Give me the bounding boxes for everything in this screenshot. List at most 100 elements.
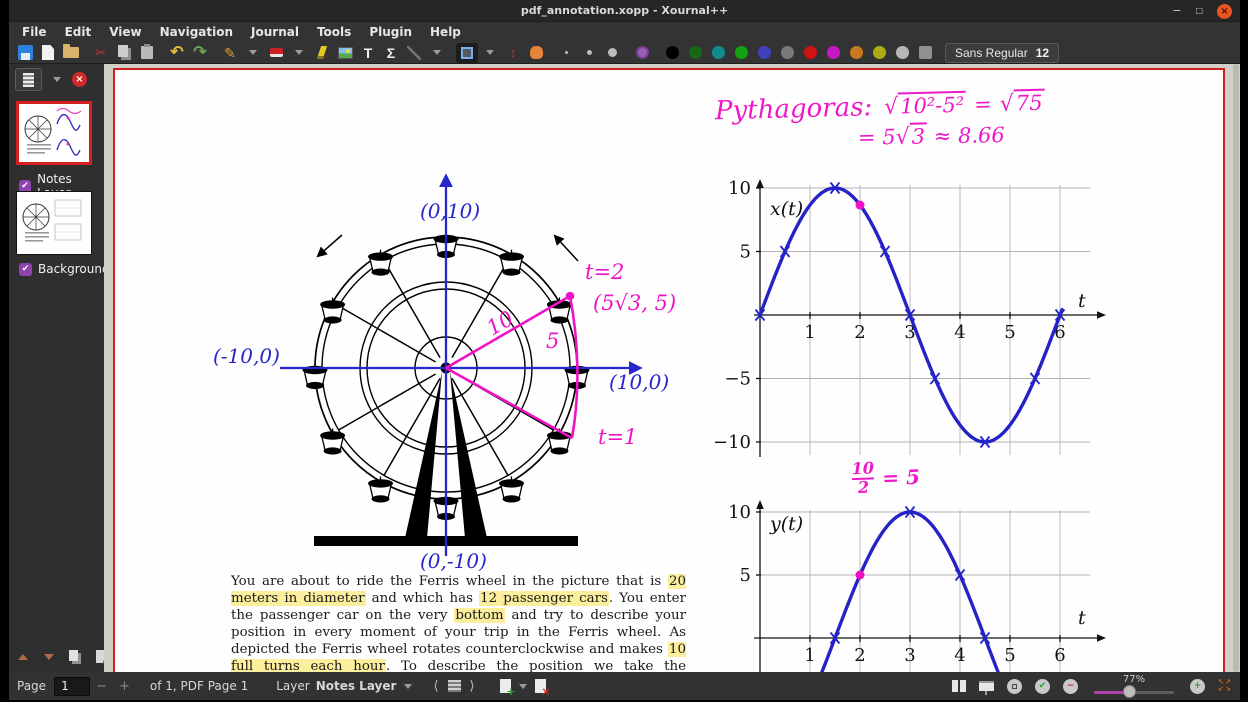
color-lightgray-button[interactable]: [891, 43, 913, 63]
dual-page-view-button[interactable]: [952, 680, 966, 692]
minimize-button[interactable]: −: [1172, 0, 1181, 22]
close-sidebar-button[interactable]: ×: [72, 72, 87, 87]
color-red-button[interactable]: [799, 43, 821, 63]
save-button[interactable]: [14, 43, 36, 63]
thickness-medium-button[interactable]: [578, 43, 600, 63]
separator: [83, 43, 89, 63]
copy-button[interactable]: [113, 43, 135, 63]
rotation-arrow-right: [555, 236, 578, 261]
zoom-slider-thumb[interactable]: [1123, 685, 1136, 698]
menu-help[interactable]: Help: [421, 22, 470, 42]
page-decrement-button[interactable]: −: [90, 679, 113, 694]
canvas: Pythagoras: √10²-5² = √75 = 5√3 ≈ 8.66: [104, 64, 1240, 672]
zoom-in-button[interactable]: +: [1190, 679, 1205, 694]
delete-page-button[interactable]: [535, 679, 546, 693]
insert-image-button[interactable]: [334, 43, 356, 63]
select-rectangle-button[interactable]: [456, 43, 478, 63]
new-file-icon: [42, 45, 54, 60]
color-orange-button[interactable]: [845, 43, 867, 63]
color-chooser-button[interactable]: [914, 43, 936, 63]
menu-journal[interactable]: Journal: [242, 22, 308, 42]
page-increment-button[interactable]: +: [113, 679, 136, 694]
selection-options-dropdown[interactable]: [479, 43, 501, 63]
zoom-slider[interactable]: [1094, 685, 1174, 698]
text-tool-button[interactable]: T: [357, 43, 379, 63]
annotation-fraction: 10 2 = 5: [851, 459, 920, 497]
paste-button[interactable]: [136, 43, 158, 63]
close-button[interactable]: ×: [1217, 4, 1232, 19]
hand-icon: [530, 46, 543, 59]
chevron-down-icon[interactable]: [53, 77, 61, 82]
color-teal-button[interactable]: [707, 43, 729, 63]
layer-preview-button[interactable]: [15, 68, 42, 91]
undo-button[interactable]: ↶: [166, 43, 188, 63]
open-button[interactable]: [60, 43, 82, 63]
pen-tool-button[interactable]: ✎: [219, 43, 241, 63]
thickness-fine-button[interactable]: [555, 43, 577, 63]
menu-file[interactable]: File: [13, 22, 56, 42]
svg-text:2: 2: [854, 322, 865, 343]
menu-view[interactable]: View: [100, 22, 150, 42]
color-gray-button[interactable]: [776, 43, 798, 63]
highlighter-tool-button[interactable]: [311, 43, 333, 63]
menu-tools[interactable]: Tools: [308, 22, 360, 42]
font-button[interactable]: Sans Regular 12: [945, 43, 1059, 63]
color-swatch: [804, 46, 817, 59]
vertical-space-button[interactable]: ↕: [502, 43, 524, 63]
color-yellow-button[interactable]: [868, 43, 890, 63]
thickness-thick-button[interactable]: [601, 43, 623, 63]
next-layer-button[interactable]: ⟩: [465, 679, 480, 694]
color-blue-button[interactable]: [753, 43, 775, 63]
window-title: pdf_annotation.xopp - Xournal++: [521, 4, 728, 17]
zoom-fit-button[interactable]: [1007, 679, 1022, 694]
layer-thumbnail-notes[interactable]: [16, 101, 92, 165]
background-layer-checkbox[interactable]: ✔: [19, 263, 32, 276]
document-page[interactable]: Pythagoras: √10²-5² = √75 = 5√3 ≈ 8.66: [113, 68, 1225, 672]
zoom-original-button[interactable]: ✔: [1035, 679, 1050, 694]
add-page-button[interactable]: [500, 679, 511, 693]
page-number-input[interactable]: [54, 677, 90, 696]
hand-tool-button[interactable]: [525, 43, 547, 63]
fraction-numerator: 10: [851, 460, 874, 478]
move-down-button[interactable]: [39, 647, 59, 666]
previous-layer-button[interactable]: ⟨: [428, 679, 443, 694]
color-black-button[interactable]: [661, 43, 683, 63]
layer-thumbnail-background[interactable]: [16, 191, 92, 255]
font-size: 12: [1036, 46, 1049, 60]
fullscreen-button[interactable]: ↖↗ ↙↘: [1218, 679, 1232, 693]
menu-navigation[interactable]: Navigation: [151, 22, 242, 42]
shape-options-dropdown[interactable]: [426, 43, 448, 63]
math-tex-button[interactable]: Σ: [380, 43, 402, 63]
menu-edit[interactable]: Edit: [56, 22, 101, 42]
eraser-options-dropdown[interactable]: [288, 43, 310, 63]
ferris-wheel-figure: (0,10) (-10,0) (10,0) (0,-10) t=2 (5√3, …: [201, 158, 701, 603]
color-magenta-button[interactable]: [822, 43, 844, 63]
duplicate-page-button[interactable]: [65, 647, 85, 666]
pen-options-dropdown[interactable]: [242, 43, 264, 63]
redo-button[interactable]: ↷: [189, 43, 211, 63]
note-t1: t=1: [598, 425, 637, 449]
fill-icon: [636, 46, 649, 59]
shape-recognizer-button[interactable]: [403, 43, 425, 63]
menu-plugin[interactable]: Plugin: [360, 22, 421, 42]
fill-toggle-button[interactable]: [631, 43, 653, 63]
svg-text:1: 1: [804, 645, 815, 666]
titlebar: pdf_annotation.xopp - Xournal++ − □ ×: [9, 0, 1240, 22]
color-swatch: [689, 46, 702, 59]
save-icon: [18, 45, 33, 60]
new-file-button[interactable]: [37, 43, 59, 63]
maximize-button[interactable]: □: [1195, 0, 1203, 22]
color-darkgreen-button[interactable]: [684, 43, 706, 63]
cut-button[interactable]: ✂: [90, 43, 112, 63]
separator: [449, 43, 455, 63]
chevron-down-icon[interactable]: [519, 684, 527, 689]
chevron-down-icon[interactable]: [404, 684, 412, 689]
vertical-scrollbar[interactable]: [1233, 64, 1239, 672]
eraser-tool-button[interactable]: [265, 43, 287, 63]
color-green-button[interactable]: [730, 43, 752, 63]
presentation-mode-button[interactable]: [979, 681, 994, 691]
arrow-up-icon: [18, 654, 28, 660]
layer-selector[interactable]: Notes Layer: [316, 679, 397, 693]
zoom-out-button[interactable]: −: [1063, 679, 1078, 694]
move-up-button[interactable]: [13, 647, 33, 666]
